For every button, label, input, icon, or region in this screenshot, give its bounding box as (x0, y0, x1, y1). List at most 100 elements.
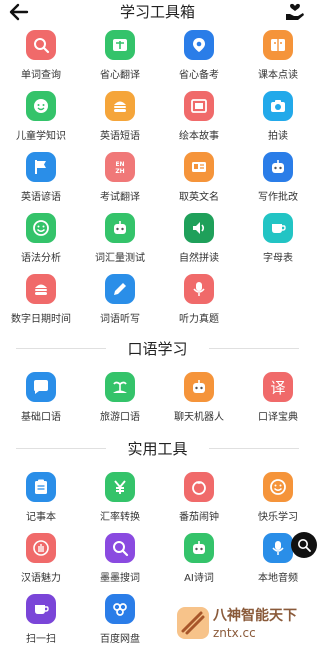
yi-icon: 译 (263, 372, 293, 402)
tool-item[interactable]: 墨墨搜词 (81, 533, 159, 585)
tool-item[interactable]: 数字日期时间 (2, 274, 80, 326)
tool-item[interactable]: 记事本 (2, 472, 80, 524)
tool-label: 墨墨搜词 (100, 573, 140, 584)
floating-search-button[interactable] (291, 532, 317, 558)
tool-label: 记事本 (26, 512, 56, 523)
tool-item[interactable]: 单词查询 (2, 30, 80, 82)
en-zh-icon: EN ZH (105, 152, 135, 182)
section-utility: 实用工具 (0, 438, 315, 458)
robot-icon (184, 533, 214, 563)
tool-item[interactable]: 百度网盘 (81, 594, 159, 646)
tool-label: 英语短语 (100, 131, 140, 142)
burger-icon (105, 91, 135, 121)
tool-label: 本地音频 (258, 573, 298, 584)
tool-item[interactable]: 省心翻译 (81, 30, 159, 82)
speaker-icon (184, 213, 214, 243)
tool-item[interactable]: 词语听写 (81, 274, 159, 326)
page-title: 学习工具箱 (119, 3, 195, 21)
tool-label: 听力真题 (179, 314, 219, 325)
smile-icon (263, 472, 293, 502)
mic-icon (263, 533, 293, 563)
tool-item[interactable]: 绘本故事 (160, 91, 238, 143)
tool-item[interactable]: 字母表 (239, 213, 317, 265)
book-icon (263, 30, 293, 60)
tool-item[interactable]: 汇率转换 (81, 472, 159, 524)
top-bar: 学习工具箱 (0, 0, 315, 24)
tool-item[interactable]: 词汇量测试 (81, 213, 159, 265)
tool-item[interactable]: 自然拼读 (160, 213, 238, 265)
watermark: 八神智能天下 zntx.cc (173, 601, 305, 645)
tool-item[interactable]: 省心备考 (160, 30, 238, 82)
watermark-logo-icon (177, 607, 209, 639)
tool-item[interactable]: EN ZH 考试翻译 (81, 152, 159, 204)
tool-label: 词汇量测试 (95, 253, 145, 264)
tool-item[interactable]: 取英文名 (160, 152, 238, 204)
search-icon (26, 30, 56, 60)
tool-label: 考试翻译 (100, 192, 140, 203)
robot-icon (184, 372, 214, 402)
tool-item[interactable]: 旅游口语 (81, 372, 159, 424)
tool-item[interactable]: 译口译宝典 (239, 372, 317, 424)
tool-label: 拍读 (268, 131, 288, 142)
pencil-icon (105, 274, 135, 304)
tool-label: 儿童学知识 (16, 131, 66, 142)
tool-label: 扫一扫 (26, 634, 56, 645)
robot-icon (263, 152, 293, 182)
tool-item[interactable]: 快乐学习 (239, 472, 317, 524)
tool-label: 绘本故事 (179, 131, 219, 142)
svg-text:EN: EN (115, 161, 124, 168)
tool-item[interactable]: 语法分析 (2, 213, 80, 265)
tool-label: 旅游口语 (100, 412, 140, 423)
camera-icon (263, 91, 293, 121)
tool-label: 词语听写 (100, 314, 140, 325)
picturebook-icon (184, 91, 214, 121)
tomato-icon (184, 472, 214, 502)
tool-item[interactable]: 扫一扫 (2, 594, 80, 646)
tool-label: 数字日期时间 (11, 314, 71, 325)
tool-item[interactable]: 汉语魅力 (2, 533, 80, 585)
tool-item[interactable]: 拍读 (239, 91, 317, 143)
island-icon (105, 372, 135, 402)
face-icon (26, 91, 56, 121)
translate-icon (105, 30, 135, 60)
tool-label: 汉语魅力 (21, 573, 61, 584)
robot-icon (105, 213, 135, 243)
flag-icon (26, 152, 56, 182)
tool-label: 省心翻译 (100, 70, 140, 81)
tool-item[interactable]: 听力真题 (160, 274, 238, 326)
mic-icon (184, 274, 214, 304)
tool-item[interactable]: 写作批改 (239, 152, 317, 204)
search-icon (105, 533, 135, 563)
tool-label: 汇率转换 (100, 512, 140, 523)
tool-item[interactable]: 英语短语 (81, 91, 159, 143)
chat-icon (26, 372, 56, 402)
tool-label: 自然拼读 (179, 253, 219, 264)
burger-icon (26, 274, 56, 304)
watermark-title: 八神智能天下 (213, 608, 297, 624)
smile-icon (26, 213, 56, 243)
tool-item[interactable]: 番茄闹钟 (160, 472, 238, 524)
tool-item[interactable]: 英语谚语 (2, 152, 80, 204)
cup-icon (26, 594, 56, 624)
svg-text:ZH: ZH (115, 168, 124, 175)
tool-label: 聊天机器人 (174, 412, 224, 423)
tool-label: 英语谚语 (21, 192, 61, 203)
hand-icon (26, 533, 56, 563)
tool-label: 口译宝典 (258, 412, 298, 423)
tool-label: 单词查询 (21, 70, 61, 81)
id-card-icon (184, 152, 214, 182)
tool-item[interactable]: 课本点读 (239, 30, 317, 82)
tool-item[interactable]: 聊天机器人 (160, 372, 238, 424)
tool-label: 百度网盘 (100, 634, 140, 645)
tool-label: 语法分析 (21, 253, 61, 264)
tool-label: 写作批改 (258, 192, 298, 203)
section-speaking: 口语学习 (0, 338, 315, 358)
clipboard-icon (26, 472, 56, 502)
tool-label: 取英文名 (179, 192, 219, 203)
tool-item[interactable]: 基础口语 (2, 372, 80, 424)
tool-item[interactable]: 儿童学知识 (2, 91, 80, 143)
tool-label: AI诗词 (184, 573, 214, 584)
icon-glyph: 译 (270, 378, 286, 397)
tool-item[interactable]: AI诗词 (160, 533, 238, 585)
hand-heart-icon[interactable] (284, 2, 306, 22)
